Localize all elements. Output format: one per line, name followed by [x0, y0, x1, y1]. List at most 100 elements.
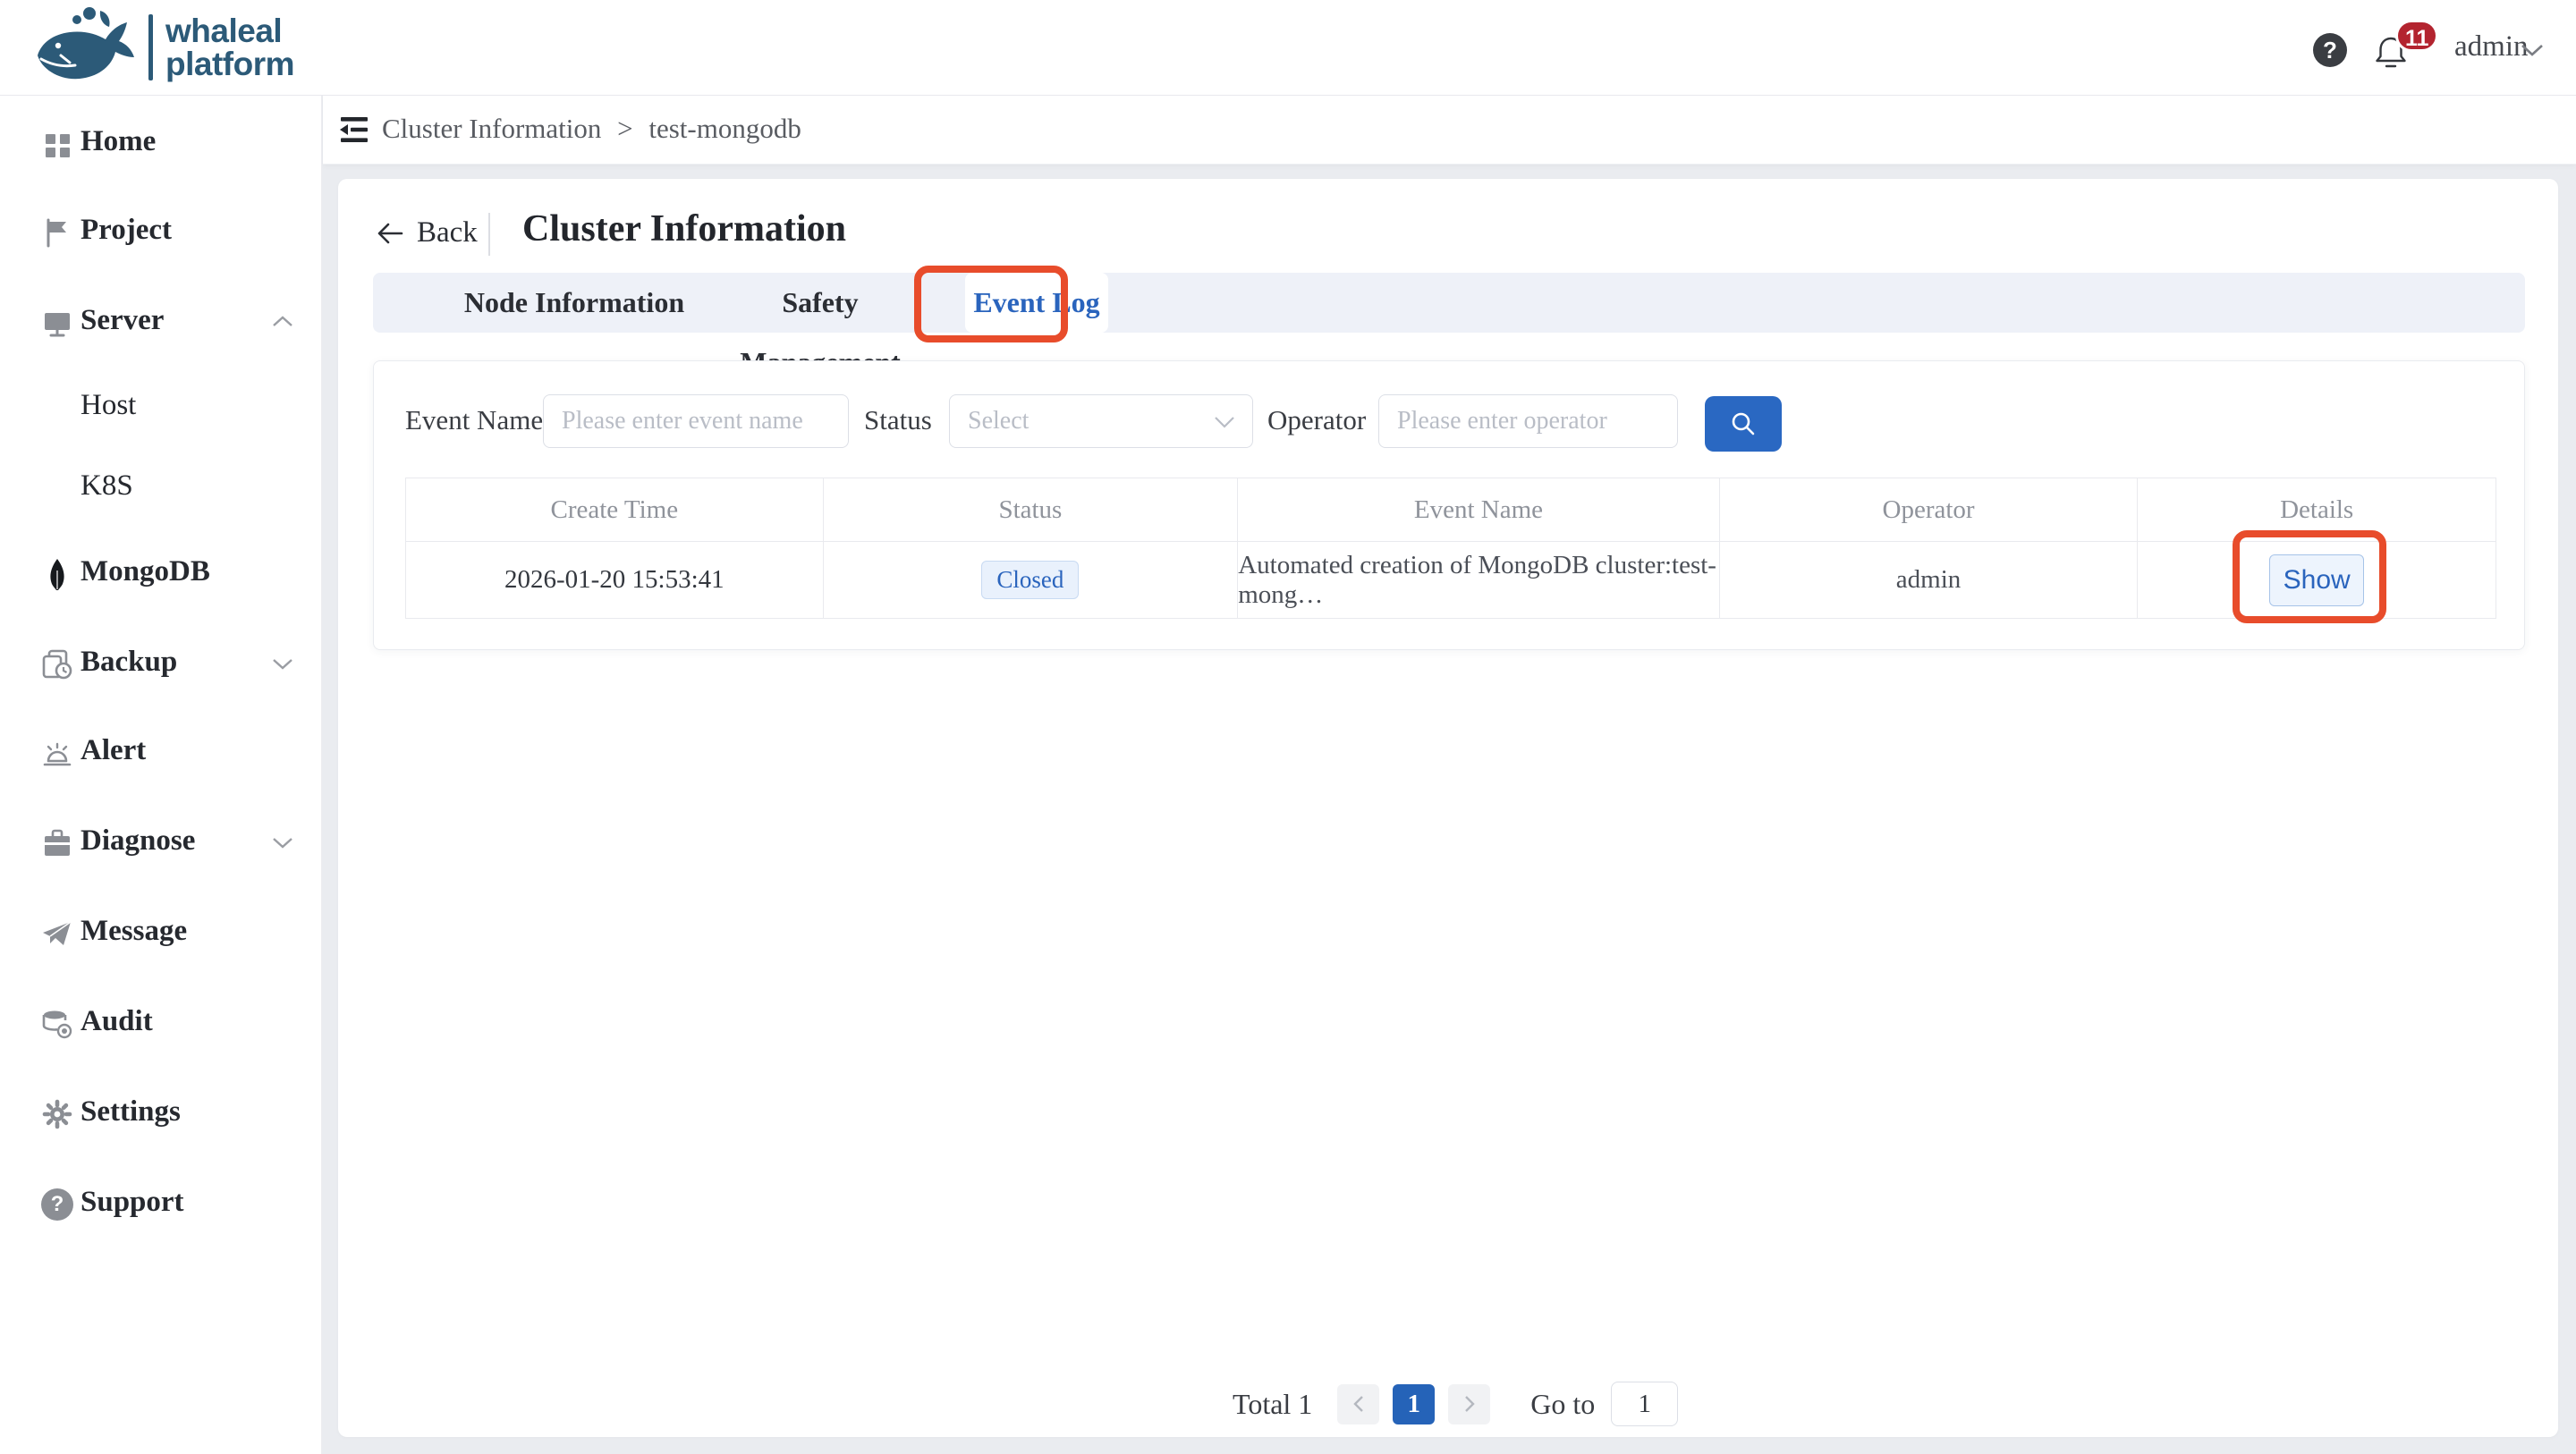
- database-eye-icon: [41, 1008, 73, 1040]
- sidebar-item-host[interactable]: Host: [0, 381, 320, 435]
- sidebar-item-label: Audit: [80, 1005, 153, 1038]
- divider: [488, 213, 490, 256]
- chevron-down-icon[interactable]: [2519, 41, 2546, 59]
- sidebar-item-label: Settings: [80, 1095, 181, 1129]
- chevron-left-icon: [1351, 1394, 1367, 1414]
- goto-page-input[interactable]: [1611, 1382, 1678, 1426]
- sidebar-item-alert[interactable]: Alert: [0, 726, 320, 780]
- tab-event-log[interactable]: Event Log: [965, 273, 1108, 333]
- status-cell: Closed: [824, 542, 1239, 618]
- column-header-details: Details: [2138, 478, 2496, 541]
- status-select-placeholder: Select: [968, 407, 1029, 435]
- sidebar-item-label: Host: [80, 389, 136, 422]
- pagination: Total 1 1 Go to: [1233, 1382, 1678, 1426]
- tab-bar: Node Information Safety Management Event…: [373, 273, 2525, 333]
- sidebar-item-label: K8S: [80, 469, 133, 503]
- column-header-create-time: Create Time: [406, 478, 824, 541]
- create-time-cell: 2026-01-20 15:53:41: [406, 542, 824, 618]
- sidebar-item-mongodb[interactable]: MongoDB: [0, 547, 320, 601]
- mongodb-leaf-icon: [41, 558, 73, 590]
- back-label: Back: [417, 216, 478, 249]
- previous-page-button[interactable]: [1337, 1384, 1379, 1424]
- table-row: 2026-01-20 15:53:41 Closed Automated cre…: [406, 542, 2496, 618]
- page-title: Cluster Information: [522, 207, 846, 250]
- gear-icon: [41, 1098, 73, 1130]
- page-header-row: Back Cluster Information: [338, 206, 2558, 268]
- menu-fold-icon[interactable]: [337, 114, 371, 145]
- sidebar-item-label: Diagnose: [80, 824, 195, 858]
- breadcrumb-bar: Cluster Information > test-mongodb: [323, 96, 2576, 165]
- sidebar-item-home[interactable]: Home: [0, 117, 320, 171]
- notification-count-badge: 11: [2395, 20, 2438, 52]
- operator-cell: admin: [1720, 542, 2139, 618]
- event-log-table: Create Time Status Event Name Operator D…: [405, 478, 2496, 619]
- status-select[interactable]: Select: [949, 394, 1253, 448]
- sidebar-item-label: Message: [80, 915, 187, 948]
- event-log-panel: Event Name Status Select Operator Create…: [373, 360, 2525, 650]
- help-icon[interactable]: ?: [2313, 33, 2347, 67]
- search-icon: [1728, 409, 1758, 439]
- alarm-icon: [41, 737, 73, 769]
- operator-input[interactable]: [1378, 394, 1678, 448]
- goto-label: Go to: [1530, 1388, 1595, 1421]
- breadcrumb-separator: >: [617, 113, 632, 144]
- event-name-cell: Automated creation of MongoDB cluster:te…: [1238, 542, 1720, 618]
- show-details-button[interactable]: Show: [2269, 554, 2364, 606]
- sidebar-item-label: Project: [80, 214, 172, 247]
- sidebar-item-support[interactable]: ? Support: [0, 1178, 320, 1231]
- backup-copies-clock-icon: [41, 648, 73, 681]
- top-bar: whaleal platform ? 11 admin: [0, 0, 2576, 96]
- sidebar-item-audit[interactable]: Audit: [0, 997, 320, 1051]
- sidebar-item-label: Support: [80, 1186, 184, 1219]
- status-label: Status: [864, 404, 932, 436]
- sidebar-item-label: MongoDB: [80, 555, 210, 588]
- tab-safety-management[interactable]: Safety Management: [704, 273, 936, 333]
- whale-logo-icon: [30, 5, 140, 89]
- chevron-right-icon: [1462, 1394, 1478, 1414]
- event-name-label: Event Name: [405, 404, 543, 436]
- chevron-down-icon: [270, 655, 295, 672]
- sidebar-item-k8s[interactable]: K8S: [0, 461, 320, 515]
- username[interactable]: admin: [2454, 30, 2528, 63]
- sidebar-item-server[interactable]: Server: [0, 296, 320, 350]
- sidebar-item-label: Backup: [80, 646, 177, 679]
- paper-plane-icon: [41, 917, 73, 950]
- sidebar-item-project[interactable]: Project: [0, 206, 320, 259]
- briefcase-icon: [41, 827, 73, 859]
- grid-icon: [41, 128, 73, 160]
- app-logo: whaleal platform: [30, 5, 294, 89]
- tab-node-information[interactable]: Node Information: [458, 273, 691, 333]
- page-number-button[interactable]: 1: [1393, 1384, 1435, 1424]
- column-header-event-name: Event Name: [1238, 478, 1720, 541]
- question-circle-icon: ?: [41, 1188, 73, 1221]
- chevron-up-icon: [270, 314, 295, 330]
- pagination-total: Total 1: [1233, 1388, 1312, 1421]
- chevron-down-icon: [1213, 415, 1236, 429]
- sidebar-item-label: Server: [80, 304, 164, 337]
- table-header-row: Create Time Status Event Name Operator D…: [406, 478, 2496, 542]
- column-header-operator: Operator: [1720, 478, 2139, 541]
- monitor-icon: [41, 307, 73, 339]
- logo-text-line2: platform: [165, 47, 294, 80]
- sidebar-item-backup[interactable]: Backup: [0, 638, 320, 691]
- column-header-status: Status: [824, 478, 1239, 541]
- arrow-left-icon: [376, 221, 404, 246]
- sidebar-item-message[interactable]: Message: [0, 907, 320, 960]
- details-cell: Show: [2138, 542, 2496, 618]
- sidebar-item-settings[interactable]: Settings: [0, 1087, 320, 1141]
- search-button[interactable]: [1705, 396, 1782, 452]
- flag-icon: [41, 216, 73, 249]
- chevron-down-icon: [270, 834, 295, 850]
- sidebar-item-label: Home: [80, 125, 156, 158]
- breadcrumb: Cluster Information > test-mongodb: [382, 113, 801, 145]
- logo-divider: [148, 14, 153, 80]
- status-badge: Closed: [981, 561, 1079, 599]
- next-page-button[interactable]: [1448, 1384, 1490, 1424]
- operator-label: Operator: [1267, 404, 1366, 436]
- event-name-input[interactable]: [543, 394, 849, 448]
- sidebar-nav: Home Project Server Host K8S: [0, 96, 322, 1454]
- sidebar-item-label: Alert: [80, 734, 146, 767]
- back-button[interactable]: Back: [376, 216, 478, 249]
- sidebar-item-diagnose[interactable]: Diagnose: [0, 816, 320, 870]
- logo-text-line1: whaleal: [165, 14, 294, 47]
